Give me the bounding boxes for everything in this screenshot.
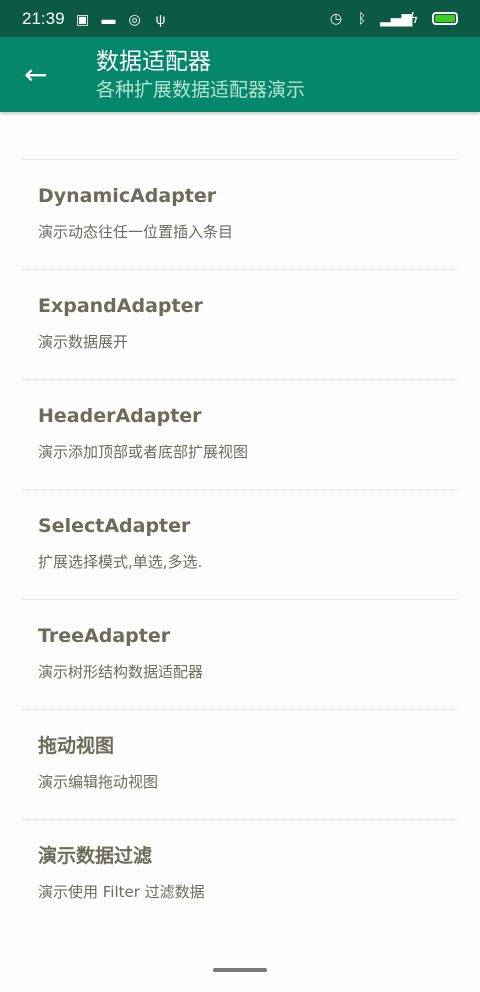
item-desc: 演示添加顶部或者底部扩展视图 (38, 443, 249, 461)
list-item[interactable]: 拖动视图演示编辑拖动视图 (22, 710, 458, 820)
android-icon: ▬ (101, 10, 116, 27)
list-item-partial[interactable] (22, 112, 458, 160)
list-item[interactable]: 演示数据过滤演示使用 Filter 过滤数据 (22, 820, 458, 930)
list-item[interactable]: HeaderAdapter 演示添加顶部或者底部扩展视图 (22, 380, 458, 490)
item-title: DynamicAdapter (38, 185, 217, 207)
alarm-icon: ◷ (329, 10, 343, 27)
item-desc: 演示数据展开 (38, 333, 129, 351)
item-title: SelectAdapter (38, 515, 191, 537)
item-desc: 演示树形结构数据适配器 (38, 663, 204, 681)
item-title: HeaderAdapter (38, 405, 202, 427)
list-item[interactable]: ExpandAdapter 演示数据展开 (22, 270, 458, 380)
item-title: TreeAdapter (38, 625, 171, 647)
signal-icon: ▂▄▆ (380, 10, 413, 27)
back-arrow-icon[interactable]: ← (0, 58, 96, 91)
list-item[interactable]: SelectAdapter 扩展选择模式,单选,多选. (22, 490, 458, 600)
usb-icon: ψ (155, 10, 166, 27)
app-notification-icon: ▣ (75, 10, 90, 27)
home-gesture-bar[interactable] (213, 968, 267, 972)
hotspot-icon: ◎ (128, 10, 141, 27)
item-desc: 演示动态往任一位置插入条目 (38, 223, 234, 241)
status-time: 21:39 (22, 8, 65, 28)
list-item[interactable]: TreeAdapter 演示树形结构数据适配器 (22, 600, 458, 710)
charging-icon: ϟ (409, 10, 419, 27)
status-bar: 21:39 ▣ ▬ ◎ ψ ◷ ᛒ ▂▄▆ ϟ (0, 0, 480, 37)
item-title: 拖动视图 (38, 735, 115, 757)
page-title: 数据适配器 (96, 48, 211, 75)
item-desc: 演示编辑拖动视图 (38, 773, 159, 791)
list-item[interactable]: DynamicAdapter 演示动态往任一位置插入条目 (22, 160, 458, 270)
app-bar: ← 数据适配器 各种扩展数据适配器演示 (0, 37, 480, 112)
bluetooth-icon: ᛒ (357, 10, 367, 27)
adapter-list[interactable]: DynamicAdapter 演示动态往任一位置插入条目 ExpandAdapte… (0, 112, 480, 930)
item-desc: 扩展选择模式,单选,多选. (38, 553, 203, 571)
item-desc: 演示使用 Filter 过滤数据 (38, 883, 205, 901)
page-subtitle: 各种扩展数据适配器演示 (96, 78, 306, 101)
battery-icon (432, 12, 458, 25)
item-title: ExpandAdapter (38, 295, 203, 317)
item-title: 演示数据过滤 (38, 845, 153, 867)
